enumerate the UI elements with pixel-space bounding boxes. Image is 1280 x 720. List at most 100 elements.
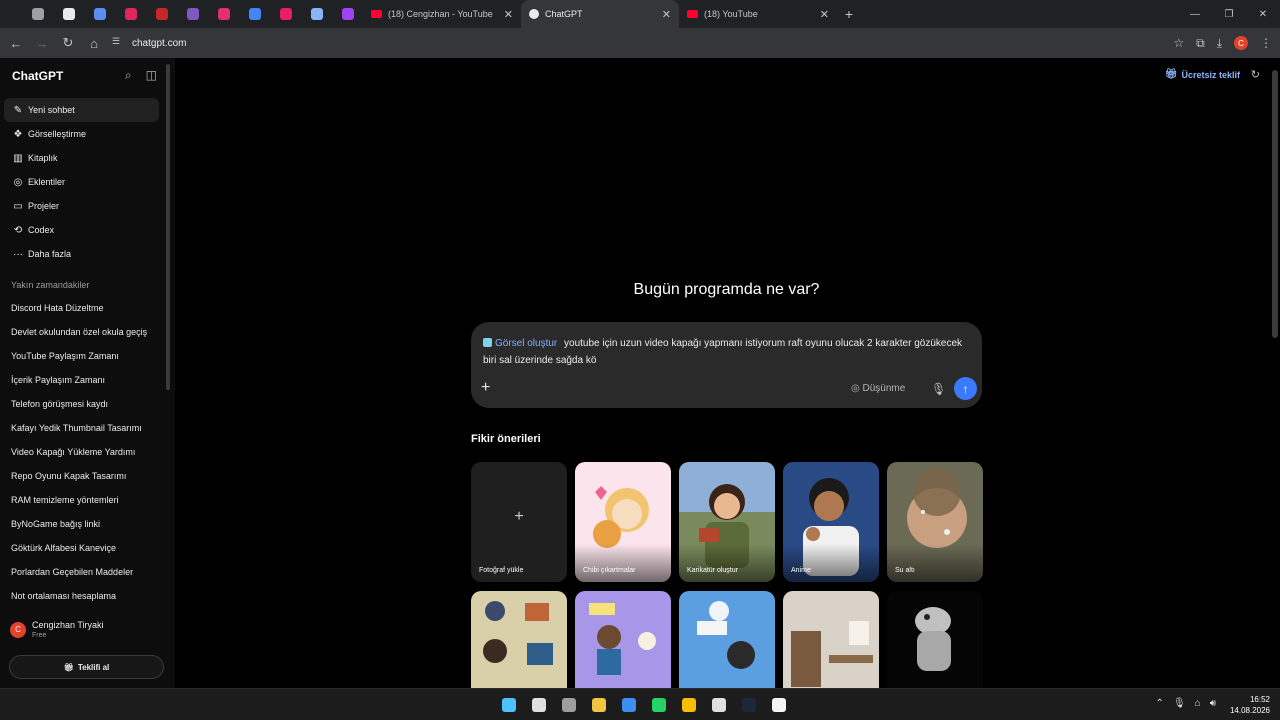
- sidebar-item-codex[interactable]: ⟲ Codex: [4, 218, 159, 242]
- pinned-tab[interactable]: [208, 0, 239, 28]
- sidebar-item-folder[interactable]: ▭ Projeler: [4, 194, 159, 218]
- recent-chat-item[interactable]: Göktürk Alfabesi Kaneviçe: [4, 536, 159, 560]
- store-taskbar-button[interactable]: [616, 693, 642, 717]
- main-area: 🎁︎ Ücretsiz teklif ↻ Bugün programda ne …: [175, 58, 1280, 689]
- search-icon[interactable]: ⌕: [125, 68, 132, 83]
- recent-chat-item[interactable]: Repo Oyunu Kapak Tasarımı: [4, 464, 159, 488]
- figurine-artwork: [915, 607, 951, 671]
- claim-offer-button[interactable]: 🎁︎ Teklifi al: [9, 655, 164, 679]
- close-icon[interactable]: ✕: [662, 8, 671, 21]
- site-info-icon[interactable]: ☰: [112, 36, 126, 50]
- idea-card-interior[interactable]: [783, 591, 879, 689]
- minimize-button[interactable]: —: [1178, 0, 1212, 28]
- pinned-tab[interactable]: [84, 0, 115, 28]
- address-bar[interactable]: ☰ chatgpt.com: [112, 32, 186, 54]
- idea-card-figurine[interactable]: [887, 591, 983, 689]
- recent-chat-item[interactable]: Discord Hata Düzeltme: [4, 296, 159, 320]
- prompt-input[interactable]: Görsel oluştur youtube için uzun video k…: [483, 335, 963, 369]
- pinned-tab[interactable]: [270, 0, 301, 28]
- images-icon: ❖: [13, 128, 23, 140]
- sidebar-item-more[interactable]: ··· Daha fazla: [4, 242, 159, 266]
- user-menu[interactable]: C Cengizhan Tiryaki Free: [10, 620, 104, 639]
- capcut-taskbar-button[interactable]: [766, 693, 792, 717]
- idea-card-illustration[interactable]: [575, 591, 671, 689]
- extensions-icon[interactable]: ⧉: [1196, 36, 1205, 51]
- chevron-up-icon[interactable]: ⌃: [1156, 698, 1164, 709]
- prompt-composer[interactable]: Görsel oluştur youtube için uzun video k…: [471, 322, 982, 408]
- image-tool-chip[interactable]: Görsel oluştur: [483, 338, 557, 349]
- idea-card-anime[interactable]: Anime: [783, 462, 879, 582]
- microphone-icon[interactable]: 🎙︎: [1173, 698, 1186, 709]
- tab-chatgpt[interactable]: ChatGPT ✕: [521, 0, 679, 28]
- recent-chat-item[interactable]: Video Kapağı Yükleme Yardımı: [4, 440, 159, 464]
- close-icon[interactable]: ✕: [820, 8, 829, 21]
- chrome-taskbar-button[interactable]: [676, 693, 702, 717]
- windows-start-taskbar-button[interactable]: [496, 693, 522, 717]
- page-scrollbar[interactable]: [1272, 70, 1278, 338]
- profile-avatar[interactable]: C: [1234, 36, 1248, 50]
- recent-chat-item[interactable]: Kafayı Yedik Thumbnail Tasarımı: [4, 416, 159, 440]
- task-view-icon: [562, 698, 576, 712]
- file-explorer-taskbar-button[interactable]: [586, 693, 612, 717]
- send-button[interactable]: ↑: [954, 377, 977, 400]
- task-view-taskbar-button[interactable]: [556, 693, 582, 717]
- sidebar-item-edit[interactable]: ✎ Yeni sohbet: [4, 98, 159, 122]
- tab-youtube[interactable]: (18) YouTube ✕: [679, 0, 837, 28]
- pinned-tab[interactable]: [115, 0, 146, 28]
- whatsapp-taskbar-button[interactable]: [646, 693, 672, 717]
- home-button[interactable]: ⌂: [82, 31, 106, 55]
- idea-card-upload-photo[interactable]: + Fotoğraf yükle: [471, 462, 567, 582]
- discord-taskbar-button[interactable]: [706, 693, 732, 717]
- idea-card-stickers[interactable]: [471, 591, 567, 689]
- card-shade: [887, 544, 983, 582]
- pinned-tab[interactable]: [239, 0, 270, 28]
- recent-chat-item[interactable]: Porlardan Geçebilen Maddeler: [4, 560, 159, 584]
- free-offer-label: Ücretsiz teklif: [1181, 69, 1240, 80]
- temporary-chat-icon[interactable]: ↻: [1251, 68, 1260, 81]
- add-attachment-button[interactable]: +: [481, 379, 490, 397]
- pinned-tab[interactable]: [177, 0, 208, 28]
- volume-icon[interactable]: 🔊︎: [1210, 698, 1216, 709]
- pinned-tab[interactable]: [53, 0, 84, 28]
- close-icon[interactable]: ✕: [504, 8, 513, 21]
- app-title[interactable]: ChatGPT: [12, 69, 63, 83]
- recent-chat-item[interactable]: Devlet okulundan özel okula geçiş: [4, 320, 159, 344]
- recent-chat-item[interactable]: RAM temizleme yöntemleri: [4, 488, 159, 512]
- system-clock[interactable]: 16:52 14.08.2026: [1230, 694, 1270, 716]
- download-icon[interactable]: ⤓: [1217, 36, 1222, 51]
- new-tab-button[interactable]: +: [837, 6, 861, 22]
- recent-chat-item[interactable]: Not ortalaması hesaplama: [4, 584, 159, 608]
- thinking-toggle[interactable]: ◎ Düşünme: [851, 383, 905, 394]
- network-icon[interactable]: ⌂: [1195, 698, 1201, 709]
- maximize-button[interactable]: ❐: [1212, 0, 1246, 28]
- microphone-icon[interactable]: 🎙︎: [931, 382, 946, 396]
- forward-button[interactable]: →: [30, 31, 54, 55]
- idea-card-caricature[interactable]: Karikatür oluştur: [679, 462, 775, 582]
- recent-chat-item[interactable]: İçerik Paylaşım Zamanı: [4, 368, 159, 392]
- idea-card-photo-family[interactable]: [679, 591, 775, 689]
- recent-chat-item[interactable]: ByNoGame bağış linki: [4, 512, 159, 536]
- idea-card-underwater[interactable]: Su altı: [887, 462, 983, 582]
- sidebar-scrollbar[interactable]: [166, 64, 170, 390]
- shield-icon: [62, 8, 75, 20]
- bookmark-star-icon[interactable]: ☆: [1173, 36, 1184, 50]
- browser-menu-icon[interactable]: ⋮: [1260, 36, 1272, 50]
- recent-chat-item[interactable]: YouTube Paylaşım Zamanı: [4, 344, 159, 368]
- pinned-tab[interactable]: [22, 0, 53, 28]
- close-window-button[interactable]: ✕: [1246, 0, 1280, 28]
- sidebar-item-library[interactable]: ▥ Kitaplık: [4, 146, 159, 170]
- pinned-tab[interactable]: [301, 0, 332, 28]
- idea-card-chibi[interactable]: Chibi çıkartmalar: [575, 462, 671, 582]
- free-offer-link[interactable]: 🎁︎ Ücretsiz teklif: [1165, 69, 1240, 80]
- recent-chat-item[interactable]: Telefon görüşmesi kaydı: [4, 392, 159, 416]
- pinned-tab[interactable]: [146, 0, 177, 28]
- search-taskbar-button[interactable]: [526, 693, 552, 717]
- back-button[interactable]: ←: [4, 31, 28, 55]
- pinned-tab[interactable]: [332, 0, 363, 28]
- sidebar-item-images[interactable]: ❖ Görselleştirme: [4, 122, 159, 146]
- sidebar-toggle-icon[interactable]: ◫: [146, 68, 157, 83]
- reload-button[interactable]: ↻: [56, 31, 80, 55]
- steam-taskbar-button[interactable]: [736, 693, 762, 717]
- sidebar-item-apps[interactable]: ◎ Eklentiler: [4, 170, 159, 194]
- tab-youtube-channel[interactable]: (18) Cengizhan - YouTube ✕: [363, 0, 521, 28]
